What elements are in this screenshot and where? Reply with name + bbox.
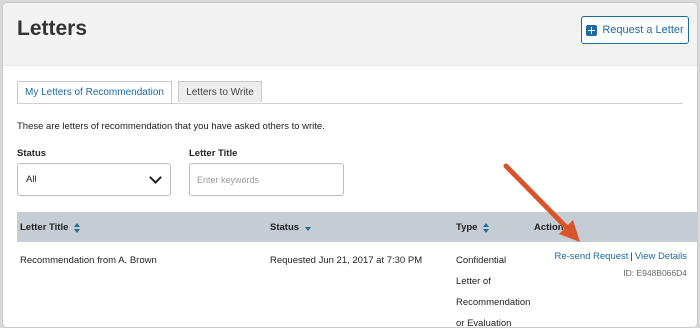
letter-title-cell: Recommendation from A. Brown [20,255,157,266]
column-label: Letter Title [20,222,69,233]
sort-descending-icon [305,227,312,231]
letters-panel: Letters Request a Letter My Letters of R… [2,2,698,328]
type-cell: Confidential Letter of Recommendation or… [456,250,536,328]
column-label: Status [270,222,300,233]
column-header-type[interactable]: Type [456,222,490,233]
resend-request-link[interactable]: Re-send Request [554,251,628,262]
title-filter-label: Letter Title [189,148,238,159]
action-cell: Re-send Request | View Details ID: E948B06… [554,248,687,282]
action-separator: | [630,251,633,262]
page-title: Letters [17,17,88,40]
status-cell: Requested Jun 21, 2017 at 7:30 PM [270,255,423,266]
view-details-link[interactable]: View Details [635,251,687,262]
action-links: Re-send Request | View Details [554,248,687,265]
letters-tabs: My Letters of Recommendation Letters to … [17,81,683,104]
type-line: Letter of [456,276,491,287]
status-select[interactable]: All [17,163,171,196]
column-label: Action [534,222,564,233]
type-line: or Evaluation [456,318,512,328]
page-header: Letters Request a Letter [3,3,697,66]
tab-letters-to-write[interactable]: Letters to Write [178,81,262,102]
table-row: Recommendation from A. Brown Requested J… [17,242,697,328]
request-letter-label: Request a Letter [602,24,684,36]
column-header-action: Action [534,222,564,233]
tab-my-letters[interactable]: My Letters of Recommendation [17,81,172,103]
request-letter-button[interactable]: Request a Letter [581,16,689,44]
intro-text: These are letters of recommendation that… [17,121,325,132]
plus-square-icon [586,24,598,36]
column-header-letter-title[interactable]: Letter Title [20,222,81,233]
status-select-value: All [26,174,37,185]
table-header: Letter Title Status Type Action [17,212,697,242]
type-line: Confidential [456,255,507,266]
type-line: Recommendation [456,297,531,308]
record-id: ID: E948B066D4 [623,268,687,278]
chevron-down-icon [149,171,162,184]
sort-icon [483,222,490,233]
status-filter-label: Status [17,148,47,159]
letter-title-search-input[interactable] [189,163,344,196]
column-header-status[interactable]: Status [270,222,312,233]
column-label: Type [456,222,478,233]
sort-icon [74,222,81,233]
